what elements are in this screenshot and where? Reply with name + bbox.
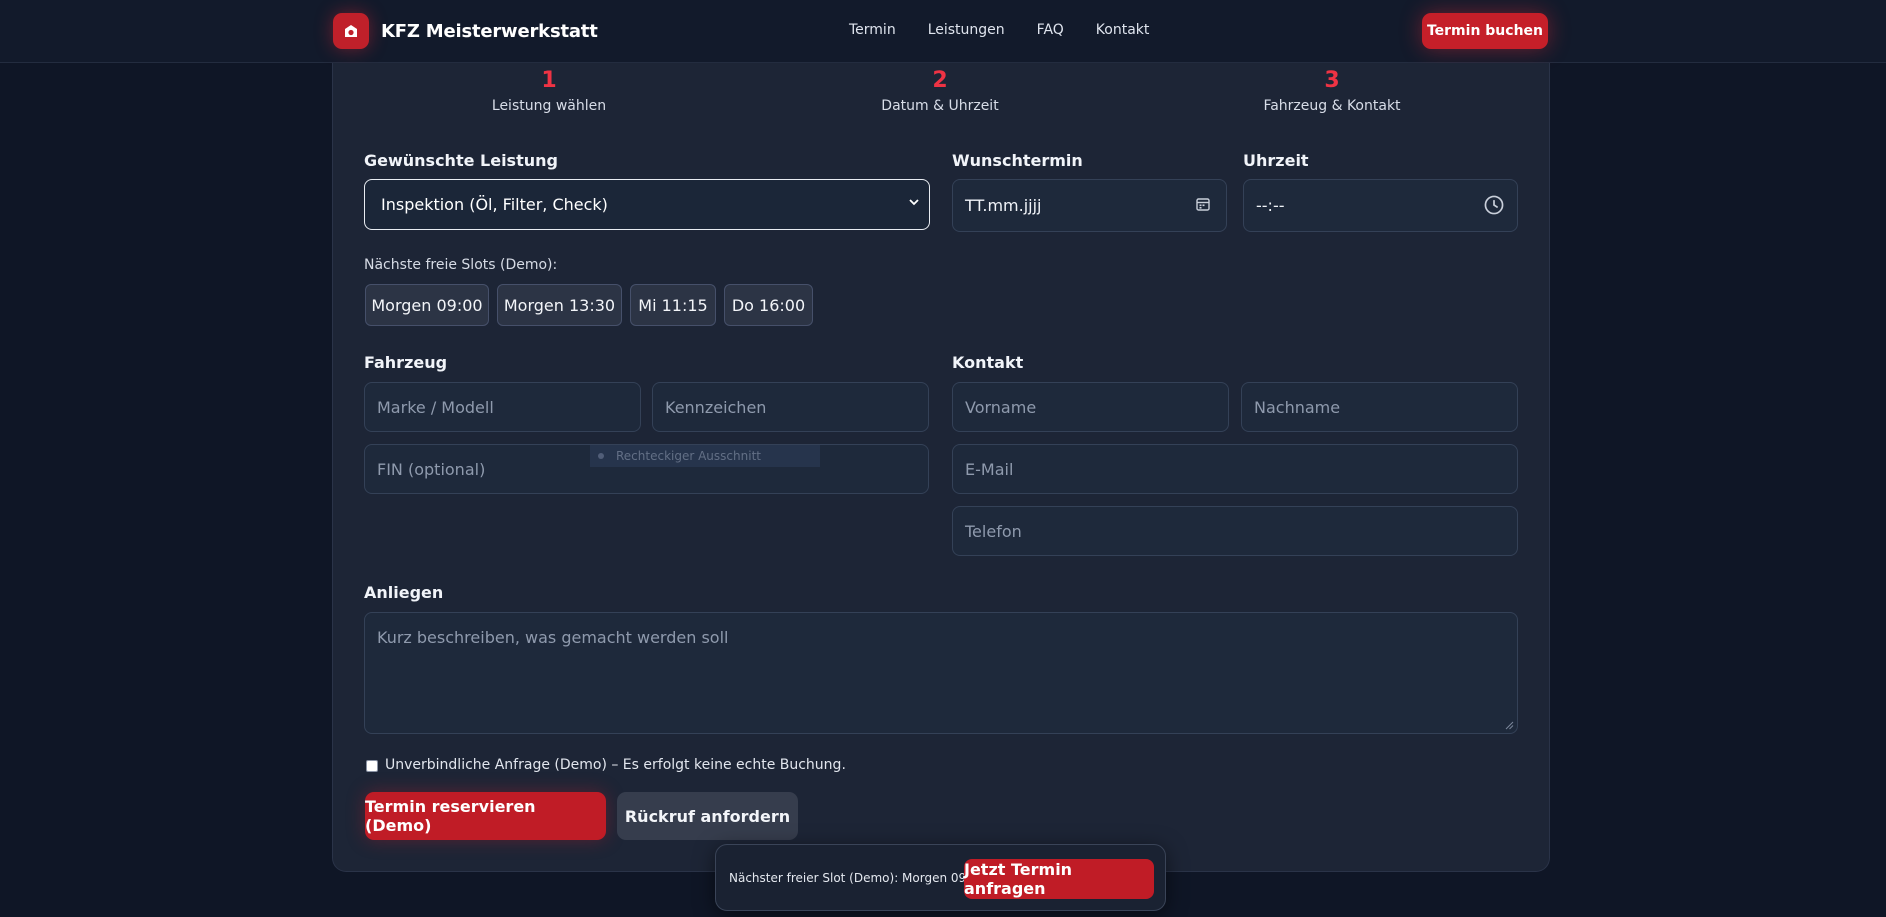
garage-icon: [333, 13, 369, 49]
service-label: Gewünschte Leistung: [364, 151, 558, 170]
consent-checkbox[interactable]: [366, 760, 378, 772]
nav-item-termin[interactable]: Termin: [849, 22, 896, 38]
last-name-placeholder: Nachname: [1254, 397, 1341, 417]
slot-button[interactable]: Do 16:00: [724, 284, 813, 326]
book-appointment-button[interactable]: Termin buchen: [1422, 13, 1548, 49]
nav-item-kontakt[interactable]: Kontakt: [1096, 22, 1150, 38]
service-selected-value: Inspektion (Öl, Filter, Check): [381, 195, 608, 214]
nav-item-leistungen[interactable]: Leistungen: [928, 22, 1005, 38]
step-label: Fahrzeug & Kontakt: [1263, 98, 1401, 114]
time-input[interactable]: --:--: [1243, 179, 1518, 232]
brand-name: KFZ Meisterwerkstatt: [381, 20, 598, 42]
slot-button[interactable]: Mi 11:15: [630, 284, 716, 326]
step-1: 1 Leistung wählen: [429, 68, 669, 115]
step-label: Leistung wählen: [491, 98, 607, 114]
concern-placeholder: Kurz beschreiben, was gemacht werden sol…: [377, 628, 729, 647]
vehicle-label: Fahrzeug: [364, 353, 448, 372]
dot-icon: [598, 453, 604, 459]
last-name-input[interactable]: Nachname: [1241, 382, 1518, 432]
date-label: Wunschtermin: [952, 151, 1083, 170]
first-name-input[interactable]: Vorname: [952, 382, 1229, 432]
sticky-cta-bar: Nächster freier Slot (Demo): Morgen 09:0…: [715, 844, 1166, 911]
vin-placeholder: FIN (optional): [377, 459, 486, 479]
main-nav: Termin Leistungen FAQ Kontakt: [849, 22, 1149, 38]
step-number: 3: [1324, 68, 1340, 93]
contact-label: Kontakt: [952, 353, 1024, 372]
brand[interactable]: KFZ Meisterwerkstatt: [333, 13, 598, 49]
phone-input[interactable]: Telefon: [952, 506, 1518, 556]
time-placeholder: --:--: [1256, 196, 1285, 215]
step-number: 2: [932, 68, 948, 93]
snipping-tooltip-text: Rechteckiger Ausschnitt: [616, 449, 761, 463]
step-3: 3 Fahrzeug & Kontakt: [1212, 68, 1452, 115]
clock-icon[interactable]: [1483, 194, 1505, 216]
model-placeholder: Marke / Modell: [377, 397, 494, 417]
concern-label: Anliegen: [364, 583, 444, 602]
email-input[interactable]: E-Mail: [952, 444, 1518, 494]
next-slot-text: Nächster freier Slot (Demo): Morgen 09:0…: [729, 871, 986, 885]
step-label: Datum & Uhrzeit: [881, 98, 999, 114]
consent-label: Unverbindliche Anfrage (Demo) – Es erfol…: [385, 757, 846, 773]
resize-grip-icon[interactable]: [1504, 720, 1514, 730]
slot-button[interactable]: Morgen 09:00: [365, 284, 489, 326]
top-navigation-bar: KFZ Meisterwerkstatt Termin Leistungen F…: [0, 0, 1886, 63]
step-2: 2 Datum & Uhrzeit: [820, 68, 1060, 115]
concern-textarea[interactable]: Kurz beschreiben, was gemacht werden sol…: [364, 612, 1518, 734]
step-number: 1: [541, 68, 557, 93]
phone-placeholder: Telefon: [965, 521, 1022, 541]
calendar-icon[interactable]: [1194, 195, 1212, 213]
email-placeholder: E-Mail: [965, 459, 1014, 479]
license-plate-input[interactable]: Kennzeichen: [652, 382, 929, 432]
callback-button[interactable]: Rückruf anfordern: [617, 792, 798, 840]
vehicle-model-input[interactable]: Marke / Modell: [364, 382, 641, 432]
first-name-placeholder: Vorname: [965, 397, 1037, 417]
slots-caption: Nächste freie Slots (Demo):: [364, 257, 558, 273]
plate-placeholder: Kennzeichen: [665, 397, 767, 417]
chevron-down-icon: [909, 199, 919, 206]
reserve-button[interactable]: Termin reservieren (Demo): [365, 792, 606, 840]
snipping-tooltip: Rechteckiger Ausschnitt: [590, 445, 820, 467]
slot-button[interactable]: Morgen 13:30: [497, 284, 622, 326]
time-label: Uhrzeit: [1243, 151, 1309, 170]
service-select[interactable]: Inspektion (Öl, Filter, Check): [364, 179, 930, 230]
date-placeholder: TT.mm.jjjj: [965, 196, 1042, 215]
request-appointment-button[interactable]: Jetzt Termin anfragen: [964, 859, 1154, 899]
nav-item-faq[interactable]: FAQ: [1037, 22, 1064, 38]
date-input[interactable]: TT.mm.jjjj: [952, 179, 1227, 232]
